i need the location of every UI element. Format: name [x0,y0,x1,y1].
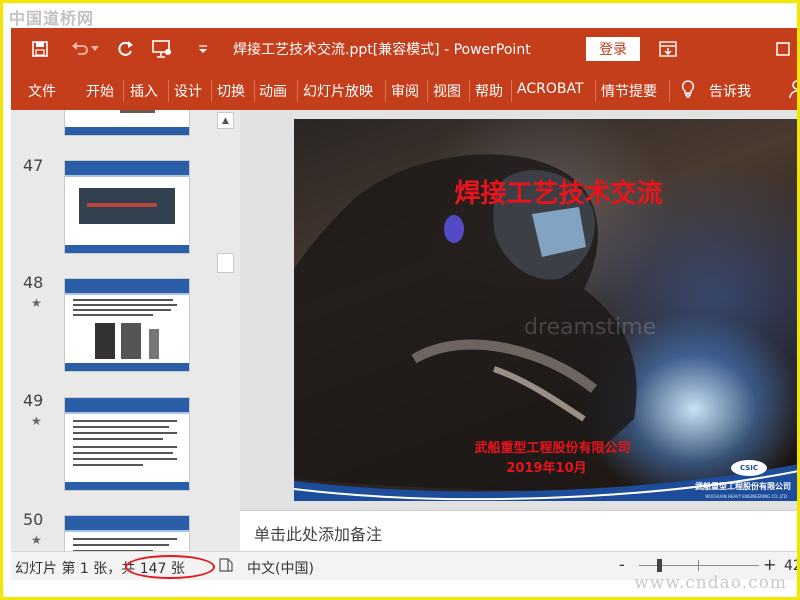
slide-thumbnail[interactable] [64,278,190,372]
zoom-percentage[interactable]: 42 [784,558,797,574]
current-slide[interactable]: dreamstime 焊接工艺技术交流 武船重型工程股份有限公司 2019年10… [294,119,797,501]
tell-me-search[interactable]: 告诉我 [709,81,751,101]
zoom-out-button[interactable]: - [619,555,625,574]
present-from-start-icon[interactable] [150,37,174,61]
tab-acrobat[interactable]: ACROBAT [517,81,584,97]
animation-star-icon: ★ [31,296,42,310]
person-icon[interactable] [789,79,797,103]
tab-separator [211,80,212,102]
scroll-thumb[interactable] [217,253,234,273]
tab-separator [297,80,298,102]
window-title: 焊接工艺技术交流.ppt[兼容模式] - PowerPoint [233,42,531,58]
tab-animations[interactable]: 动画 [259,81,287,101]
site-watermark-bottom: www.cndao.com [634,573,787,593]
ribbon-display-icon[interactable] [656,37,680,61]
spell-check-icon[interactable] [218,557,234,577]
login-button[interactable]: 登录 [586,37,640,61]
tab-separator [511,80,512,102]
zoom-slider-center-mark [698,560,699,571]
ribbon-tabs: 文件 开始 插入 设计 切换 动画 幻灯片放映 审阅 视图 帮助 ACROBAT… [11,70,797,110]
tab-help[interactable]: 帮助 [475,81,503,101]
tab-separator [595,80,596,102]
tab-slideshow[interactable]: 幻灯片放映 [303,81,373,101]
tab-separator [385,80,386,102]
tab-transitions[interactable]: 切换 [217,81,245,101]
notes-pane[interactable]: 单击此处添加备注 [240,510,797,552]
tab-separator [254,80,255,102]
animation-star-icon: ★ [31,414,42,428]
undo-dropdown-icon[interactable] [89,37,101,61]
tab-design[interactable]: 设计 [174,81,202,101]
maximize-icon[interactable] [771,37,795,61]
thumbnail-scrollbar[interactable]: ▲ [217,110,234,551]
screenshot-frame: 中国道桥网 焊接工艺技术交流.ppt[兼容模式] - PowerPoint 登录 [0,0,800,600]
csic-logo: CSIC [731,460,767,476]
footer-company-cn: 武船重型工程股份有限公司 [695,482,791,491]
tab-view[interactable]: 视图 [433,81,461,101]
slide-thumbnail[interactable] [64,397,190,491]
animation-star-icon: ★ [31,533,42,547]
save-icon[interactable] [28,37,52,61]
stock-photo-watermark: dreamstime [524,315,657,340]
slide-number: 48 [23,273,44,292]
tab-separator [469,80,470,102]
scroll-up-arrow-icon[interactable]: ▲ [217,112,234,129]
customize-toolbar-icon[interactable] [191,37,215,61]
slide-number: 50 [23,510,44,529]
slide-number: 47 [23,156,44,175]
slide-thumbnail[interactable] [64,110,190,136]
annotation-circle [125,555,215,579]
lightbulb-icon[interactable] [680,79,696,103]
tab-separator [669,80,670,102]
notes-placeholder[interactable]: 单击此处添加备注 [254,521,382,545]
redo-icon[interactable] [113,37,137,61]
tab-insert[interactable]: 插入 [130,81,158,101]
slide-title[interactable]: 焊接工艺技术交流 [294,173,797,210]
footer-company-en: WUCHUAN HEAVY ENGINEERING CO.,LTD [705,494,787,499]
tab-separator [123,80,124,102]
zoom-in-button[interactable]: + [763,555,776,574]
tab-file[interactable]: 文件 [28,81,56,101]
slide-editing-area: dreamstime 焊接工艺技术交流 武船重型工程股份有限公司 2019年10… [240,110,797,510]
slide-thumbnail[interactable] [64,160,190,254]
zoom-slider-knob[interactable] [657,559,662,572]
language-indicator[interactable]: 中文(中国) [247,558,314,578]
title-bar: 焊接工艺技术交流.ppt[兼容模式] - PowerPoint 登录 [11,28,797,70]
slide-number: 49 [23,391,44,410]
tab-separator [427,80,428,102]
tab-home[interactable]: 开始 [86,81,114,101]
slide-thumbnail[interactable] [64,515,190,551]
slide-company-name[interactable]: 武船重型工程股份有限公司 [294,437,797,456]
tab-storyboard[interactable]: 情节提要 [601,81,657,101]
tab-separator [168,80,169,102]
slide-thumbnail-pane: 47 48 ★ 49 ★ 50 ★ ▲ [11,110,240,551]
site-watermark-top: 中国道桥网 [9,9,95,28]
tab-review[interactable]: 审阅 [391,81,419,101]
slide-footer: CSIC 武船重型工程股份有限公司 WUCHUAN HEAVY ENGINEER… [294,459,797,501]
